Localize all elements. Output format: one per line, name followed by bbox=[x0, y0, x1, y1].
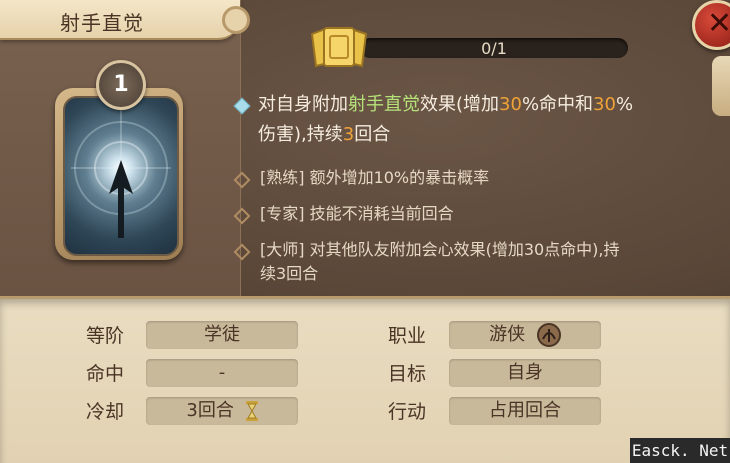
ranger-class-icon bbox=[536, 323, 561, 347]
skill-card-art bbox=[63, 96, 179, 256]
title-ornament bbox=[222, 6, 250, 34]
progress-bar: 0/1 bbox=[360, 38, 628, 58]
watermark: Easck. Net bbox=[630, 438, 730, 463]
skill-level-badge: 1 bbox=[96, 60, 146, 110]
effect-text: %命中和 bbox=[521, 94, 594, 115]
action-label: 行动 bbox=[388, 401, 427, 423]
hit-bonus-value: 30 bbox=[499, 94, 522, 115]
skill-title: 射手直觉 bbox=[60, 11, 144, 35]
damage-bonus-value: 30 bbox=[593, 94, 616, 115]
cooldown-label: 冷却 bbox=[86, 401, 125, 423]
mastery-text: [大师] 对其他队友附加会心效果(增加30点命中),持 bbox=[260, 240, 620, 259]
cooldown-value: 3回合 bbox=[186, 400, 234, 421]
hit-value: - bbox=[146, 359, 298, 387]
target-label: 目标 bbox=[388, 363, 427, 385]
main-effect-line-2: 伤害),持续3回合 bbox=[258, 120, 390, 150]
skill-detail-panel: 射手直觉 ✕ 0/1 1 对自身附加射手直觉效果(增加30%命中和30% 伤害)… bbox=[0, 0, 730, 463]
skill-card bbox=[55, 88, 183, 260]
rank-value: 学徒 bbox=[146, 321, 298, 349]
mastery-text: [熟练] 额外增加10%的暴击概率 bbox=[260, 168, 490, 187]
effect-text: 对自身附加 bbox=[258, 94, 348, 115]
mastery-text-continued: 续3回合 bbox=[260, 264, 319, 283]
title-tab: 射手直觉 bbox=[0, 0, 240, 40]
job-label: 职业 bbox=[388, 325, 427, 347]
effect-text: 效果(增加 bbox=[420, 94, 500, 115]
cooldown-box: 3回合 bbox=[146, 397, 298, 425]
hourglass-icon bbox=[245, 401, 258, 421]
rank-label: 等阶 bbox=[86, 325, 125, 347]
arrow-skill-icon bbox=[71, 106, 171, 238]
job-value: 游侠 bbox=[489, 324, 526, 345]
close-icon: ✕ bbox=[707, 6, 730, 41]
skill-stats-panel: 等阶 学徒 命中 - 冷却 3回合 职业 游侠 目标 自身 行动 占用回合 bbox=[0, 296, 730, 463]
effect-text: 伤害),持续 bbox=[258, 124, 343, 145]
effect-text: % bbox=[615, 94, 634, 115]
effect-text: 回合 bbox=[354, 124, 391, 145]
effect-name: 射手直觉 bbox=[348, 94, 420, 115]
mastery-text: [专家] 技能不消耗当前回合 bbox=[260, 204, 454, 223]
side-ornament bbox=[712, 56, 730, 116]
duration-value: 3 bbox=[342, 124, 355, 145]
main-effect-line-1: 对自身附加射手直觉效果(增加30%命中和30% bbox=[258, 90, 633, 120]
progress-text: 0/1 bbox=[481, 39, 507, 58]
action-value: 占用回合 bbox=[449, 397, 601, 425]
hit-label: 命中 bbox=[86, 363, 125, 385]
target-value: 自身 bbox=[449, 359, 601, 387]
job-box: 游侠 bbox=[449, 321, 601, 349]
card-token-icon bbox=[310, 26, 368, 68]
